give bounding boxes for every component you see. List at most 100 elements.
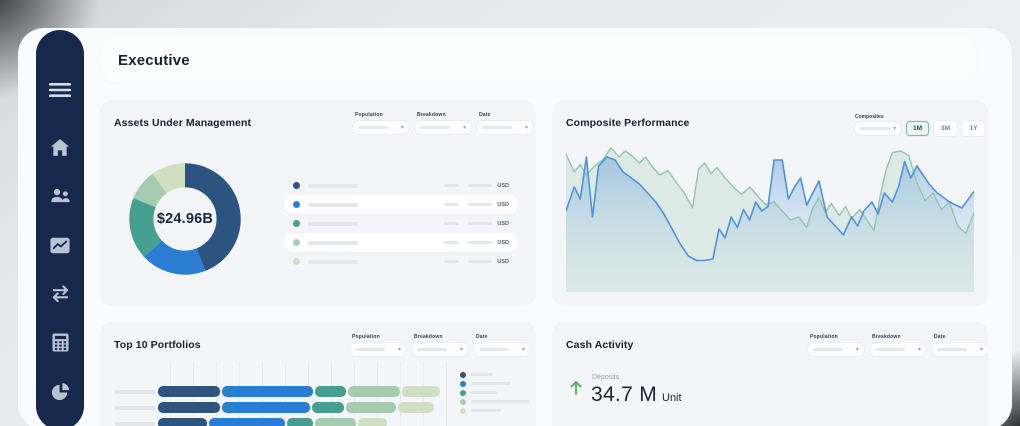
top10-legend-row[interactable]: [460, 370, 529, 379]
composites-filter-select[interactable]: ▾: [855, 122, 901, 135]
legend-value-placeholder: [444, 241, 459, 245]
calculator-icon: [52, 333, 69, 352]
legend-amount-placeholder: [468, 184, 492, 188]
top10-legend-row[interactable]: [460, 379, 529, 388]
home-icon: [50, 138, 70, 157]
range-3m-button[interactable]: 3M: [934, 121, 957, 136]
date-filter-label: Date: [476, 334, 530, 340]
chevron-down-icon: ▾: [856, 347, 859, 353]
breakdown-filter-group: Breakdown ▾: [412, 334, 468, 356]
date-filter-label: Date: [934, 334, 988, 340]
cash-card-title: Cash Activity: [566, 339, 633, 351]
aum-legend-row[interactable]: USD: [284, 176, 518, 195]
users-icon: [50, 187, 71, 205]
page-title: Executive: [118, 52, 190, 69]
population-filter-select[interactable]: ▾: [350, 343, 406, 356]
range-1y-button[interactable]: 1Y: [962, 121, 985, 136]
bar-segment-blue: [222, 402, 310, 413]
legend-dot-pale: [460, 408, 466, 414]
legend-value-placeholder: [444, 222, 459, 226]
legend-dot-sage: [293, 239, 300, 246]
arrow-up-icon: [569, 379, 583, 396]
aum-legend-row[interactable]: USD: [284, 252, 518, 271]
population-filter-label: Population: [810, 334, 864, 340]
top10-legend-row[interactable]: [460, 388, 529, 397]
menu-button[interactable]: [36, 76, 84, 104]
top10-legend-row[interactable]: [460, 397, 529, 406]
aum-total-value: $24.96B: [120, 154, 250, 284]
bar-segment-sage: [348, 386, 400, 397]
sidebar-item-users[interactable]: [36, 182, 84, 210]
select-placeholder-bar: [358, 126, 388, 129]
date-filter-select[interactable]: ▾: [932, 343, 988, 356]
composite-area-chart: [566, 142, 974, 292]
range-1m-button[interactable]: 1M: [906, 121, 929, 136]
chevron-down-icon: ▾: [463, 125, 466, 131]
legend-dot-blue: [293, 201, 300, 208]
population-filter-label: Population: [355, 112, 409, 118]
legend-amount-placeholder: [468, 241, 492, 245]
transfer-arrows-icon: [50, 285, 71, 302]
breakdown-filter-select[interactable]: ▾: [415, 121, 471, 134]
chevron-down-icon: ▾: [980, 347, 983, 353]
sidebar-item-transfers[interactable]: [36, 279, 84, 307]
date-filter-select[interactable]: ▾: [474, 343, 530, 356]
population-filter-select[interactable]: ▾: [808, 343, 864, 356]
page-header: Executive: [100, 38, 976, 82]
chevron-down-icon: ▾: [398, 347, 401, 353]
chevron-down-icon: ▾: [918, 347, 921, 353]
legend-dot-pale: [293, 258, 300, 265]
portfolio-name-placeholder: [115, 406, 155, 410]
chevron-down-icon: ▾: [525, 125, 528, 131]
legend-dot-blue: [460, 381, 466, 387]
top10-legend-row[interactable]: [460, 406, 529, 415]
bar-segment-blue: [209, 418, 285, 426]
legend-dot-teal: [293, 220, 300, 227]
chart-icon: [50, 237, 70, 254]
breakdown-filter-select[interactable]: ▾: [412, 343, 468, 356]
date-filter-group: Date ▾: [474, 334, 530, 356]
breakdown-filter-group: Breakdown ▾: [415, 112, 471, 134]
date-filter-group: Date ▾: [477, 112, 533, 134]
card-composite-performance: Composite Performance Composites ▾ 1M3M1…: [552, 100, 988, 306]
breakdown-filter-label: Breakdown: [414, 334, 468, 340]
select-placeholder-bar: [813, 348, 843, 351]
aum-legend-row[interactable]: USD: [284, 195, 518, 214]
card-cash-activity: Cash Activity Population▾Breakdown▾Date▾…: [552, 322, 988, 426]
select-placeholder-bar: [355, 348, 385, 351]
legend-dot-teal: [460, 390, 466, 396]
select-placeholder-bar: [860, 127, 890, 130]
bar-segment-teal: [287, 418, 313, 426]
sidebar-item-home[interactable]: [36, 133, 84, 161]
portfolio-name-placeholder: [115, 422, 155, 426]
page-background: Executive Assets Under Management Popula…: [0, 0, 1020, 426]
sidebar: [36, 30, 84, 426]
date-filter-label: Date: [479, 112, 533, 118]
sidebar-item-pie-chart[interactable]: [36, 377, 84, 405]
currency-label: USD: [497, 221, 509, 227]
breakdown-filter-label: Breakdown: [417, 112, 471, 118]
hamburger-icon: [49, 82, 71, 98]
aum-legend-row[interactable]: USD: [284, 214, 518, 233]
blue-area-fill: [566, 157, 974, 292]
legend-amount-placeholder: [468, 222, 492, 226]
date-filter-select[interactable]: ▾: [477, 121, 533, 134]
deposits-metric: 34.7 M Unit: [591, 383, 682, 407]
select-placeholder-bar: [417, 348, 447, 351]
population-filter-select[interactable]: ▾: [353, 121, 409, 134]
legend-value-placeholder: [444, 184, 459, 188]
card-top10-portfolios: Top 10 Portfolios Population▾Breakdown▾D…: [100, 322, 536, 426]
breakdown-filter-select[interactable]: ▾: [870, 343, 926, 356]
bar-segment-teal: [315, 386, 346, 397]
deposits-unit: Unit: [662, 392, 682, 404]
sidebar-item-calculator[interactable]: [36, 328, 84, 356]
legend-name-placeholder: [308, 241, 358, 245]
composite-card-title: Composite Performance: [566, 117, 689, 129]
chevron-down-icon: ▾: [460, 347, 463, 353]
sidebar-item-chart[interactable]: [36, 231, 84, 259]
top10-legend: [460, 370, 529, 415]
deposits-label: Deposits: [592, 374, 619, 381]
bar-segment-navy: [158, 402, 220, 413]
bar-segment-navy: [158, 418, 207, 426]
aum-legend-row[interactable]: USD: [284, 233, 518, 252]
